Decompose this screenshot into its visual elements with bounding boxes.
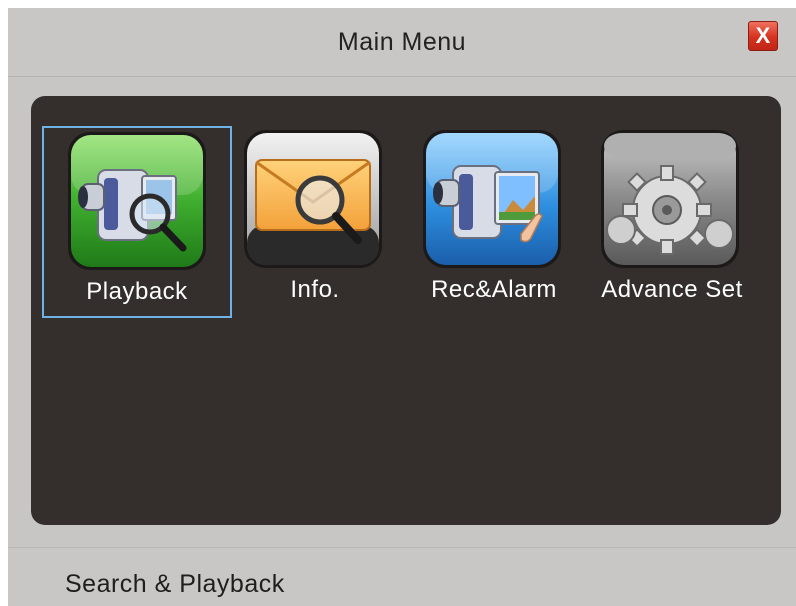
menu-item-info[interactable]: Info. xyxy=(220,126,410,318)
menu-item-advance-set[interactable]: Advance Set xyxy=(577,126,767,318)
window-title: Main Menu xyxy=(337,28,467,56)
title-bar: Main Menu X xyxy=(8,8,796,77)
main-menu-window: Main Menu X Playback Info. Rec&Alarm Adv… xyxy=(8,8,796,606)
status-bar: Search & Playback xyxy=(8,547,796,606)
status-description: Search & Playback xyxy=(65,570,285,598)
menu-item-label: Advance Set xyxy=(601,276,743,303)
info-icon xyxy=(244,130,382,268)
close-icon: X xyxy=(755,23,771,48)
rec-alarm-icon xyxy=(423,130,561,268)
close-button[interactable]: X xyxy=(748,21,778,51)
advance-set-icon xyxy=(601,130,739,268)
playback-icon xyxy=(68,132,206,270)
menu-item-playback[interactable]: Playback xyxy=(42,126,232,318)
menu-item-rec-alarm[interactable]: Rec&Alarm xyxy=(399,126,589,318)
